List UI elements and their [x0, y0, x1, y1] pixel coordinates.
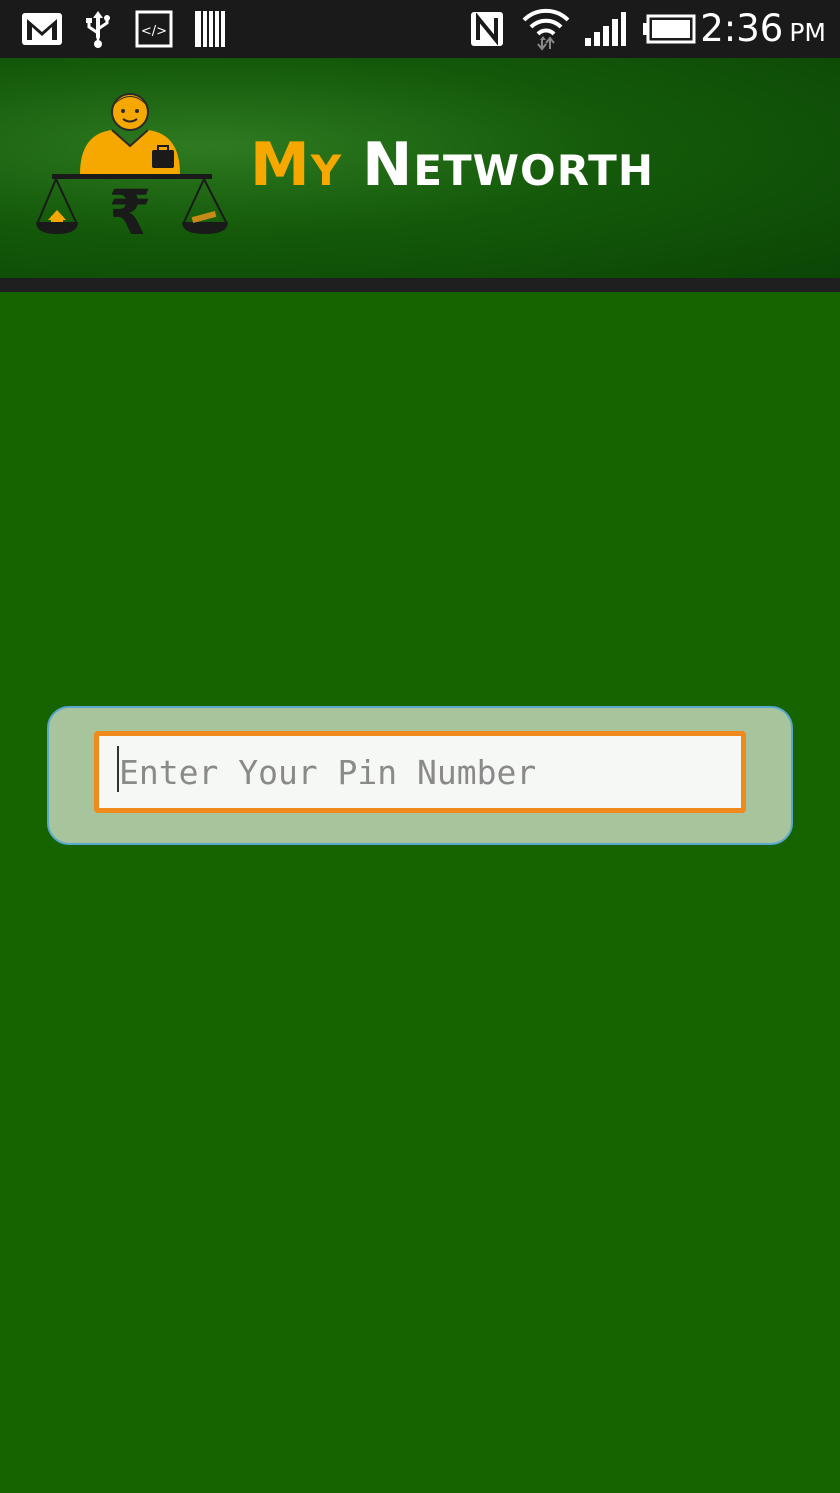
- developer-mode-icon: </>: [134, 9, 174, 49]
- app-title-my: My: [250, 130, 343, 200]
- status-time: 2:36: [700, 7, 784, 50]
- signal-icon: [582, 9, 628, 49]
- svg-text:₹: ₹: [108, 176, 151, 240]
- app-logo: ₹: [32, 88, 232, 249]
- gmail-icon: [20, 9, 64, 49]
- usb-icon: [80, 9, 116, 49]
- status-clock: 2:36 PM: [700, 6, 826, 52]
- app-title: My Networth: [250, 130, 654, 200]
- nfc-icon: [468, 9, 506, 49]
- banner-divider: [0, 278, 840, 292]
- svg-text:</>: </>: [141, 24, 167, 39]
- wifi-icon: [520, 8, 572, 51]
- text-cursor: [117, 746, 119, 792]
- storage-icon: [192, 9, 228, 49]
- status-bar: </> 2:36 PM: [0, 0, 840, 58]
- app-title-networth: Networth: [362, 130, 654, 200]
- battery-icon: [642, 9, 696, 49]
- pin-input[interactable]: [94, 731, 746, 813]
- status-ampm: PM: [789, 18, 826, 47]
